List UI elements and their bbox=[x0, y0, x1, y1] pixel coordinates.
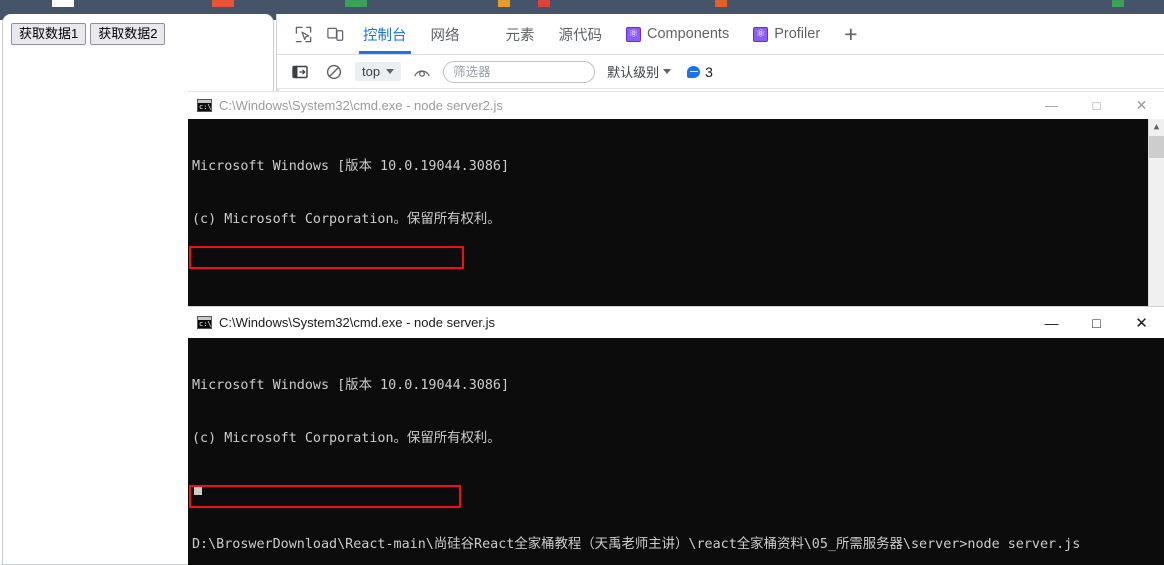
device-toolbar-icon[interactable] bbox=[319, 19, 351, 49]
taskbar-icon-5[interactable] bbox=[538, 0, 550, 7]
console-filter-input[interactable] bbox=[443, 60, 596, 83]
console-sidebar-icon[interactable] bbox=[287, 60, 313, 84]
cmd-window-server-body: Microsoft Windows [版本 10.0.19044.3086] (… bbox=[188, 338, 1164, 565]
cmd-window-server2-body: Microsoft Windows [版本 10.0.19044.3086] (… bbox=[188, 119, 1164, 306]
execution-context-value: top bbox=[362, 64, 381, 79]
minimize-button[interactable]: — bbox=[1029, 92, 1074, 120]
close-button[interactable]: ✕ bbox=[1119, 309, 1164, 337]
tab-components-label: Components bbox=[647, 26, 730, 42]
tab-network-label: 网络 bbox=[430, 27, 460, 44]
add-panel-button[interactable]: + bbox=[832, 22, 869, 46]
log-level-value: 默认级别 bbox=[607, 65, 660, 80]
window-controls: — □ ✕ bbox=[1029, 309, 1164, 337]
minimize-button[interactable]: — bbox=[1029, 309, 1074, 337]
devtools-tabbar: 控制台 网络 元素 源代码 ⚛ Components ⚛ Profiler + bbox=[277, 14, 1164, 55]
tab-sources[interactable]: 源代码 bbox=[547, 14, 615, 54]
tab-console-label: 控制台 bbox=[363, 27, 407, 44]
inspect-element-icon[interactable] bbox=[287, 19, 319, 49]
tab-elements[interactable]: 元素 bbox=[494, 14, 547, 54]
screen-root: 获取数据1 获取数据2 控制台 网络 元素 源代码 ⚛ Components ⚛… bbox=[0, 0, 1164, 565]
scroll-up-icon[interactable]: ▲ bbox=[1149, 119, 1164, 136]
taskbar-icon-1[interactable] bbox=[52, 0, 74, 7]
cmd-line: (c) Microsoft Corporation。保留所有权利。 bbox=[192, 430, 501, 446]
cmd-window-server-titlebar[interactable]: C:\Windows\System32\cmd.exe - node serve… bbox=[188, 307, 1164, 338]
window-controls: — □ ✕ bbox=[1029, 92, 1164, 120]
react-atom-icon: ⚛ bbox=[753, 26, 769, 42]
taskbar-icon-7[interactable] bbox=[1112, 0, 1124, 7]
cmd-window-server-title: C:\Windows\System32\cmd.exe - node serve… bbox=[219, 315, 495, 330]
taskbar-icon-6[interactable] bbox=[715, 0, 727, 7]
cmd-window-server2[interactable]: C:\Windows\System32\cmd.exe - node serve… bbox=[188, 91, 1164, 306]
fetch-data-2-button[interactable]: 获取数据2 bbox=[90, 23, 166, 45]
cmd-line-command: D:\BroswerDownload\React-main\尚硅谷React全家… bbox=[192, 536, 1081, 552]
cmd-window-server[interactable]: C:\Windows\System32\cmd.exe - node serve… bbox=[188, 306, 1164, 565]
cmd-line: Microsoft Windows [版本 10.0.19044.3086] bbox=[192, 159, 510, 175]
taskbar-icon-3[interactable] bbox=[345, 0, 367, 7]
maximize-button[interactable]: □ bbox=[1074, 309, 1119, 337]
message-count-badge[interactable]: 3 bbox=[687, 64, 713, 80]
close-button[interactable]: ✕ bbox=[1119, 92, 1164, 120]
tab-sources-label: 源代码 bbox=[558, 27, 603, 44]
cmd-line: (c) Microsoft Corporation。保留所有权利。 bbox=[192, 211, 501, 227]
clear-console-icon[interactable] bbox=[321, 60, 347, 84]
cmd-window-server2-title: C:\Windows\System32\cmd.exe - node serve… bbox=[219, 98, 503, 113]
scrollbar-thumb[interactable] bbox=[1149, 136, 1164, 158]
page-button-row: 获取数据1 获取数据2 bbox=[11, 23, 166, 45]
live-expression-icon[interactable] bbox=[409, 60, 435, 84]
tab-network[interactable]: 网络 bbox=[419, 14, 472, 54]
maximize-button[interactable]: □ bbox=[1074, 92, 1119, 120]
fetch-data-1-button[interactable]: 获取数据1 bbox=[11, 23, 87, 45]
react-atom-icon: ⚛ bbox=[626, 26, 641, 42]
message-count-value: 3 bbox=[705, 63, 713, 80]
log-level-select[interactable]: 默认级别 bbox=[607, 62, 672, 81]
tab-profiler-label: Profiler bbox=[774, 26, 821, 42]
cmd-scrollbar[interactable]: ▲ bbox=[1148, 119, 1164, 306]
message-bubble-icon bbox=[687, 65, 701, 78]
tab-elements-label: 元素 bbox=[505, 27, 535, 44]
cmd-app-icon bbox=[197, 316, 216, 329]
tab-components[interactable]: ⚛ Components bbox=[614, 14, 741, 54]
tab-profiler[interactable]: ⚛ Profiler bbox=[741, 14, 832, 54]
cmd-line: Microsoft Windows [版本 10.0.19044.3086] bbox=[192, 378, 510, 394]
taskbar-icon-4[interactable] bbox=[498, 0, 510, 7]
chevron-down-icon bbox=[663, 69, 672, 74]
terminal-cursor bbox=[194, 486, 202, 495]
taskbar-icon-2[interactable] bbox=[212, 0, 234, 7]
execution-context-select[interactable]: top bbox=[355, 62, 402, 81]
cmd-window-server2-titlebar[interactable]: C:\Windows\System32\cmd.exe - node serve… bbox=[188, 91, 1164, 119]
cmd-app-icon bbox=[197, 99, 216, 112]
chevron-down-icon bbox=[386, 69, 395, 74]
tab-console[interactable]: 控制台 bbox=[351, 14, 419, 54]
console-toolbar: top 默认级别 3 bbox=[277, 55, 1164, 89]
